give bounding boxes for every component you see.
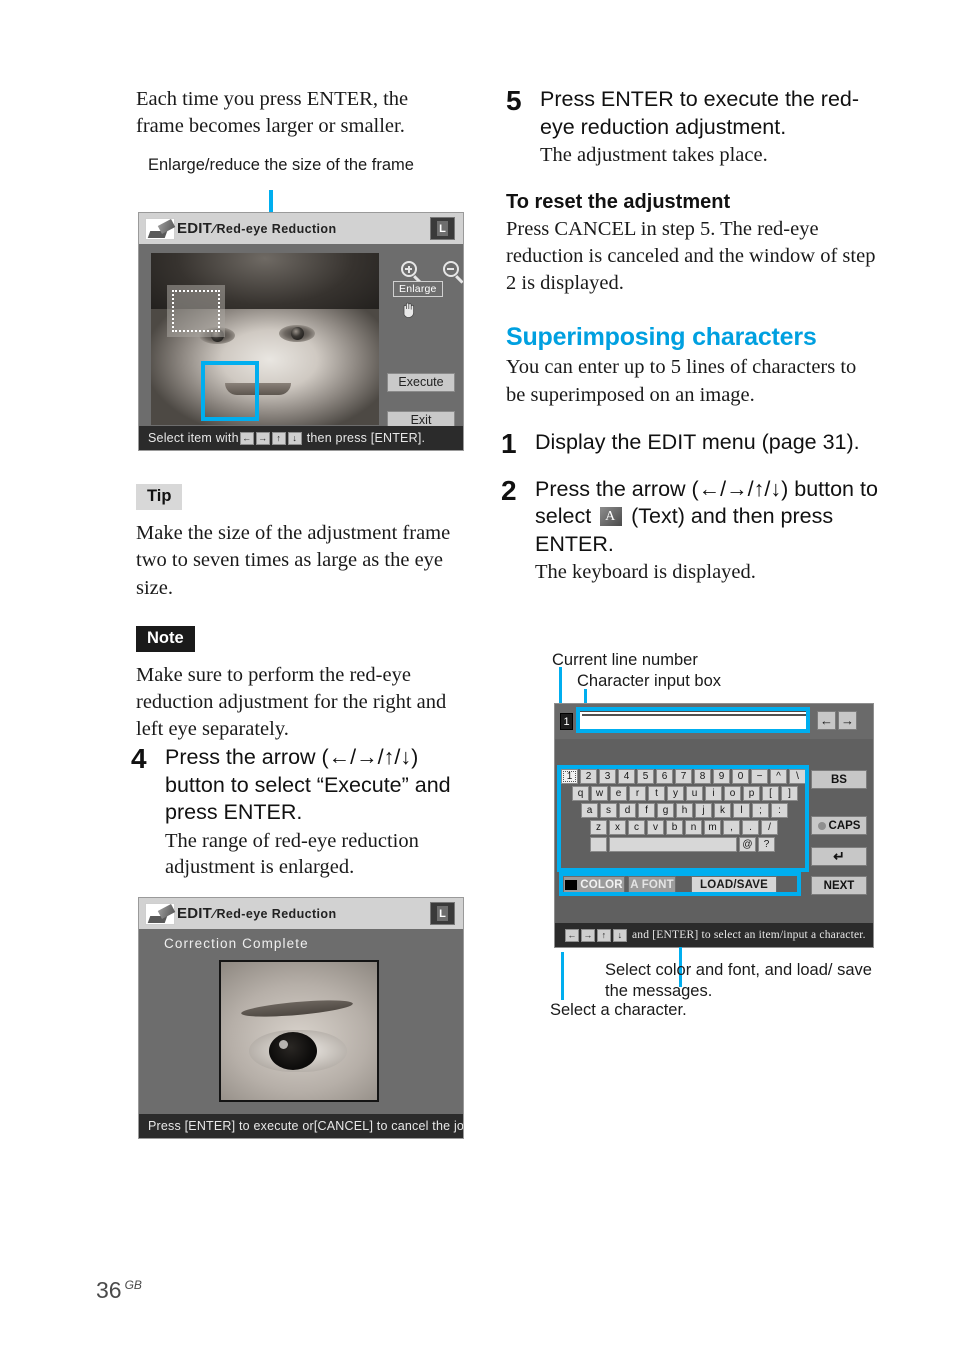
book-badge-label: L [437,906,448,921]
lcd-title-main: EDIT [177,905,212,922]
step-1-heading: Display the EDIT menu (page 31). [535,429,860,454]
right-column: 5 Press ENTER to execute the red-eye red… [501,86,878,586]
lcd-title-sep: ∕ [212,222,216,236]
step-2-heading: Press the arrow (←/→/↑/↓) button to sele… [535,476,878,559]
highlight-keys-area [557,765,809,872]
zoom-out-icon[interactable] [443,261,459,277]
reset-heading: To reset the adjustment [506,190,731,213]
enlarge-tooltip: Enlarge [393,281,443,297]
step-4-sub: The range of red-eye reduction adjustmen… [165,829,419,879]
step-4-number: 4 [131,743,147,774]
key-down-icon: ↓ [613,928,627,942]
photo-right-pupil [291,327,304,340]
photo-eyebrow [240,997,354,1020]
step-5-number: 5 [506,85,522,116]
lcd-title-main: EDIT [177,220,212,237]
lcd-title-sep: ∕ [212,907,216,921]
note-text: Make sure to perform the red-eye reducti… [136,663,447,741]
callout-select-character: Select a character. [550,1001,687,1019]
enter-button[interactable]: ↵ [811,847,867,866]
key-left-icon: ← [239,431,254,445]
step-5-sub: The adjustment takes place. [540,144,768,167]
book-badge-label: L [437,221,448,236]
step-2-sub: The keyboard is displayed. [535,561,756,584]
lcd-title-2: EDIT ∕ Red-eye Reduction [177,905,336,922]
lcd-title-sub: Red-eye Reduction [216,907,337,921]
backspace-button[interactable]: BS [811,770,867,789]
corrected-eye-photo [219,960,379,1102]
caps-button[interactable]: CAPS [811,816,867,835]
lcd-title: EDIT ∕ Red-eye Reduction [177,220,336,237]
section-title-superimposing: Superimposing characters [506,323,817,352]
step-5-heading: Press ENTER to execute the red-eye reduc… [540,87,860,139]
key-up-icon: ↑ [597,928,611,942]
photo-highlight [279,1040,288,1049]
callout-select-color-font: Select color and font, and load/ save th… [605,961,872,1001]
intro-paragraph: Each time you press ENTER, the frame bec… [136,88,409,138]
lcd-title-sub: Red-eye Reduction [216,222,337,236]
step-4: 4 Press the arrow (←/→/↑/↓) button to se… [131,744,476,881]
keyboard-status-bar: ← → ↑ ↓ and [ENTER] to select an item/in… [555,923,873,947]
step-2-number: 2 [501,474,517,506]
edit-pen-icon [145,217,175,240]
page-folio: 36 GB [96,1277,142,1304]
reset-text: Press CANCEL in step 5. The red-eye redu… [506,217,876,295]
cursor-left-button[interactable]: ← [817,711,836,730]
section-intro: You can enter up to 5 lines of character… [506,356,857,406]
caps-indicator-icon [817,821,826,830]
lcd-status-bar: Select item with ← → ↑ ↓ then press [ENT… [139,426,463,450]
callout-line-linenumber [559,667,562,705]
tip-text: Make the size of the adjustment frame tw… [136,522,451,599]
callout-enlarge-reduce: Enlarge/reduce the size of the frame [148,155,414,174]
step-2: 2 Press the arrow (←/→/↑/↓) button to se… [501,474,878,586]
step-1-number: 1 [501,427,517,459]
key-up-icon: ↑ [271,431,286,445]
key-left-icon: ← [565,928,579,942]
status-prefix: Select item with [148,431,239,445]
correction-complete-message: Correction Complete [164,936,309,951]
page-number: 36 [96,1277,122,1303]
highlight-input-box [576,707,810,733]
page-region: GB [124,1278,142,1293]
callout-current-line-number: Current line number [552,651,698,669]
hand-cursor-icon [403,302,414,318]
tip-note-block: Tip Make the size of the adjustment fram… [136,484,476,744]
photo-iris [269,1032,317,1070]
edit-pen-icon [145,902,175,925]
status-text: Press [ENTER] to execute or[CANCEL] to c… [148,1119,464,1133]
note-badge: Note [136,625,195,652]
tip-badge: Tip [136,484,183,510]
keyboard-status-text: and [ENTER] to select an item/input a ch… [632,929,866,941]
book-size-icon: L [430,902,455,925]
lcd-header: EDIT ∕ Red-eye Reduction L [139,213,463,244]
current-line-number: 1 [560,713,573,730]
step-4-heading: Press the arrow (←/→/↑/↓) button to sele… [165,745,451,825]
adjustment-frame[interactable] [167,285,225,337]
book-size-icon: L [430,217,455,240]
execute-button[interactable]: Execute [387,373,455,392]
step-5: 5 Press ENTER to execute the red-eye red… [506,86,878,169]
cursor-right-button[interactable]: → [838,711,857,730]
caps-label: CAPS [828,819,861,832]
highlight-option-bar [559,872,801,896]
step-1: 1 Display the EDIT menu (page 31). [501,429,878,459]
status-suffix: then press [ENTER]. [306,431,426,445]
key-right-icon: → [581,928,595,942]
text-tool-icon: A [600,507,623,527]
manual-page: Each time you press ENTER, the frame bec… [0,0,954,1352]
preview-photo [151,253,379,425]
lcd-status-bar-2: Press [ENTER] to execute or[CANCEL] to c… [139,1114,463,1138]
screenshot-keyboard: 1 ← → 1 2 3 4 5 6 7 8 9 0 − ^ \ q w e r … [554,703,874,948]
callout-line-select-character [561,952,564,1000]
left-column: Each time you press ENTER, the frame bec… [136,86,476,176]
screenshot-redeye-reduction: EDIT ∕ Red-eye Reduction L Enlarge Execu… [138,212,464,451]
zoom-in-icon[interactable] [401,261,417,277]
screenshot-correction-complete: EDIT ∕ Red-eye Reduction L Correction Co… [138,897,464,1139]
lcd-header-2: EDIT ∕ Red-eye Reduction L [139,898,463,929]
callout-character-input-box: Character input box [577,672,721,690]
callout-highlight-frame [201,361,259,421]
next-button[interactable]: NEXT [811,876,867,895]
key-down-icon: ↓ [287,431,302,445]
key-right-icon: → [255,431,270,445]
